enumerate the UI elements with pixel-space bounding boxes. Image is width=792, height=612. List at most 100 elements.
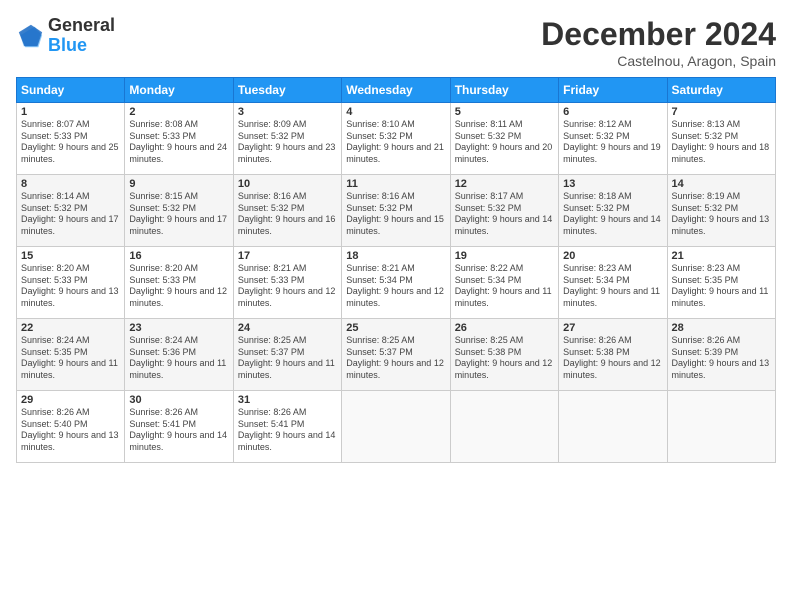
daylight-label: Daylight: 9 hours and 11 minutes.	[563, 286, 660, 308]
sunrise-label: Sunrise: 8:19 AM	[672, 191, 741, 201]
calendar-header-row: SundayMondayTuesdayWednesdayThursdayFrid…	[17, 78, 776, 103]
day-number: 1	[21, 106, 120, 118]
daylight-label: Daylight: 9 hours and 14 minutes.	[563, 214, 661, 236]
calendar-cell	[667, 391, 775, 463]
calendar-cell: 25 Sunrise: 8:25 AM Sunset: 5:37 PM Dayl…	[342, 319, 450, 391]
sunrise-label: Sunrise: 8:17 AM	[455, 191, 524, 201]
calendar-cell: 7 Sunrise: 8:13 AM Sunset: 5:32 PM Dayli…	[667, 103, 775, 175]
sunrise-label: Sunrise: 8:16 AM	[238, 191, 307, 201]
day-info: Sunrise: 8:08 AM Sunset: 5:33 PM Dayligh…	[129, 119, 228, 166]
day-info: Sunrise: 8:16 AM Sunset: 5:32 PM Dayligh…	[346, 191, 445, 238]
sunrise-label: Sunrise: 8:15 AM	[129, 191, 198, 201]
daylight-label: Daylight: 9 hours and 13 minutes.	[21, 286, 119, 308]
calendar-week-4: 22 Sunrise: 8:24 AM Sunset: 5:35 PM Dayl…	[17, 319, 776, 391]
daylight-label: Daylight: 9 hours and 15 minutes.	[346, 214, 444, 236]
sunset-label: Sunset: 5:39 PM	[672, 347, 739, 357]
sunset-label: Sunset: 5:38 PM	[563, 347, 630, 357]
daylight-label: Daylight: 9 hours and 21 minutes.	[346, 142, 444, 164]
day-number: 27	[563, 322, 662, 334]
title-section: December 2024 Castelnou, Aragon, Spain	[541, 16, 776, 69]
sunrise-label: Sunrise: 8:25 AM	[238, 335, 307, 345]
calendar-cell	[450, 391, 558, 463]
daylight-label: Daylight: 9 hours and 13 minutes.	[21, 430, 119, 452]
sunrise-label: Sunrise: 8:26 AM	[563, 335, 632, 345]
calendar-week-5: 29 Sunrise: 8:26 AM Sunset: 5:40 PM Dayl…	[17, 391, 776, 463]
calendar-table: SundayMondayTuesdayWednesdayThursdayFrid…	[16, 77, 776, 463]
calendar-cell: 24 Sunrise: 8:25 AM Sunset: 5:37 PM Dayl…	[233, 319, 341, 391]
daylight-label: Daylight: 9 hours and 16 minutes.	[238, 214, 336, 236]
daylight-label: Daylight: 9 hours and 23 minutes.	[238, 142, 336, 164]
day-info: Sunrise: 8:12 AM Sunset: 5:32 PM Dayligh…	[563, 119, 662, 166]
calendar-cell: 15 Sunrise: 8:20 AM Sunset: 5:33 PM Dayl…	[17, 247, 125, 319]
sunset-label: Sunset: 5:32 PM	[563, 131, 630, 141]
sunrise-label: Sunrise: 8:14 AM	[21, 191, 90, 201]
day-info: Sunrise: 8:07 AM Sunset: 5:33 PM Dayligh…	[21, 119, 120, 166]
calendar-week-2: 8 Sunrise: 8:14 AM Sunset: 5:32 PM Dayli…	[17, 175, 776, 247]
sunrise-label: Sunrise: 8:25 AM	[455, 335, 524, 345]
sunset-label: Sunset: 5:37 PM	[346, 347, 413, 357]
sunrise-label: Sunrise: 8:25 AM	[346, 335, 415, 345]
day-number: 12	[455, 178, 554, 190]
weekday-header-wednesday: Wednesday	[342, 78, 450, 103]
day-number: 23	[129, 322, 228, 334]
calendar-cell: 1 Sunrise: 8:07 AM Sunset: 5:33 PM Dayli…	[17, 103, 125, 175]
calendar-cell: 10 Sunrise: 8:16 AM Sunset: 5:32 PM Dayl…	[233, 175, 341, 247]
sunrise-label: Sunrise: 8:23 AM	[672, 263, 741, 273]
logo-text: General Blue	[48, 16, 115, 56]
day-info: Sunrise: 8:15 AM Sunset: 5:32 PM Dayligh…	[129, 191, 228, 238]
sunset-label: Sunset: 5:32 PM	[21, 203, 88, 213]
sunset-label: Sunset: 5:34 PM	[563, 275, 630, 285]
sunrise-label: Sunrise: 8:13 AM	[672, 119, 741, 129]
day-info: Sunrise: 8:20 AM Sunset: 5:33 PM Dayligh…	[129, 263, 228, 310]
sunset-label: Sunset: 5:32 PM	[455, 203, 522, 213]
day-info: Sunrise: 8:23 AM Sunset: 5:34 PM Dayligh…	[563, 263, 662, 310]
day-number: 7	[672, 106, 771, 118]
sunrise-label: Sunrise: 8:10 AM	[346, 119, 415, 129]
sunrise-label: Sunrise: 8:26 AM	[21, 407, 90, 417]
daylight-label: Daylight: 9 hours and 13 minutes.	[672, 214, 770, 236]
daylight-label: Daylight: 9 hours and 12 minutes.	[455, 358, 553, 380]
day-info: Sunrise: 8:26 AM Sunset: 5:40 PM Dayligh…	[21, 407, 120, 454]
calendar-cell: 16 Sunrise: 8:20 AM Sunset: 5:33 PM Dayl…	[125, 247, 233, 319]
sunrise-label: Sunrise: 8:18 AM	[563, 191, 632, 201]
day-number: 29	[21, 394, 120, 406]
day-number: 14	[672, 178, 771, 190]
sunrise-label: Sunrise: 8:09 AM	[238, 119, 307, 129]
calendar-cell: 31 Sunrise: 8:26 AM Sunset: 5:41 PM Dayl…	[233, 391, 341, 463]
day-number: 17	[238, 250, 337, 262]
sunset-label: Sunset: 5:32 PM	[346, 131, 413, 141]
calendar-cell: 21 Sunrise: 8:23 AM Sunset: 5:35 PM Dayl…	[667, 247, 775, 319]
day-info: Sunrise: 8:18 AM Sunset: 5:32 PM Dayligh…	[563, 191, 662, 238]
sunset-label: Sunset: 5:40 PM	[21, 419, 88, 429]
weekday-header-monday: Monday	[125, 78, 233, 103]
sunset-label: Sunset: 5:32 PM	[238, 203, 305, 213]
day-number: 15	[21, 250, 120, 262]
sunrise-label: Sunrise: 8:08 AM	[129, 119, 198, 129]
day-number: 24	[238, 322, 337, 334]
day-number: 5	[455, 106, 554, 118]
calendar-cell	[559, 391, 667, 463]
calendar-week-1: 1 Sunrise: 8:07 AM Sunset: 5:33 PM Dayli…	[17, 103, 776, 175]
sunrise-label: Sunrise: 8:07 AM	[21, 119, 90, 129]
day-info: Sunrise: 8:25 AM Sunset: 5:37 PM Dayligh…	[238, 335, 337, 382]
day-info: Sunrise: 8:26 AM Sunset: 5:38 PM Dayligh…	[563, 335, 662, 382]
day-info: Sunrise: 8:26 AM Sunset: 5:41 PM Dayligh…	[238, 407, 337, 454]
sunset-label: Sunset: 5:32 PM	[129, 203, 196, 213]
sunset-label: Sunset: 5:35 PM	[21, 347, 88, 357]
calendar-cell: 13 Sunrise: 8:18 AM Sunset: 5:32 PM Dayl…	[559, 175, 667, 247]
sunset-label: Sunset: 5:33 PM	[129, 275, 196, 285]
calendar-cell: 9 Sunrise: 8:15 AM Sunset: 5:32 PM Dayli…	[125, 175, 233, 247]
sunrise-label: Sunrise: 8:16 AM	[346, 191, 415, 201]
sunset-label: Sunset: 5:41 PM	[129, 419, 196, 429]
calendar-cell: 20 Sunrise: 8:23 AM Sunset: 5:34 PM Dayl…	[559, 247, 667, 319]
day-number: 22	[21, 322, 120, 334]
sunset-label: Sunset: 5:36 PM	[129, 347, 196, 357]
daylight-label: Daylight: 9 hours and 19 minutes.	[563, 142, 661, 164]
daylight-label: Daylight: 9 hours and 17 minutes.	[129, 214, 227, 236]
day-info: Sunrise: 8:16 AM Sunset: 5:32 PM Dayligh…	[238, 191, 337, 238]
day-number: 31	[238, 394, 337, 406]
calendar-week-3: 15 Sunrise: 8:20 AM Sunset: 5:33 PM Dayl…	[17, 247, 776, 319]
calendar-cell: 4 Sunrise: 8:10 AM Sunset: 5:32 PM Dayli…	[342, 103, 450, 175]
weekday-header-friday: Friday	[559, 78, 667, 103]
day-number: 18	[346, 250, 445, 262]
